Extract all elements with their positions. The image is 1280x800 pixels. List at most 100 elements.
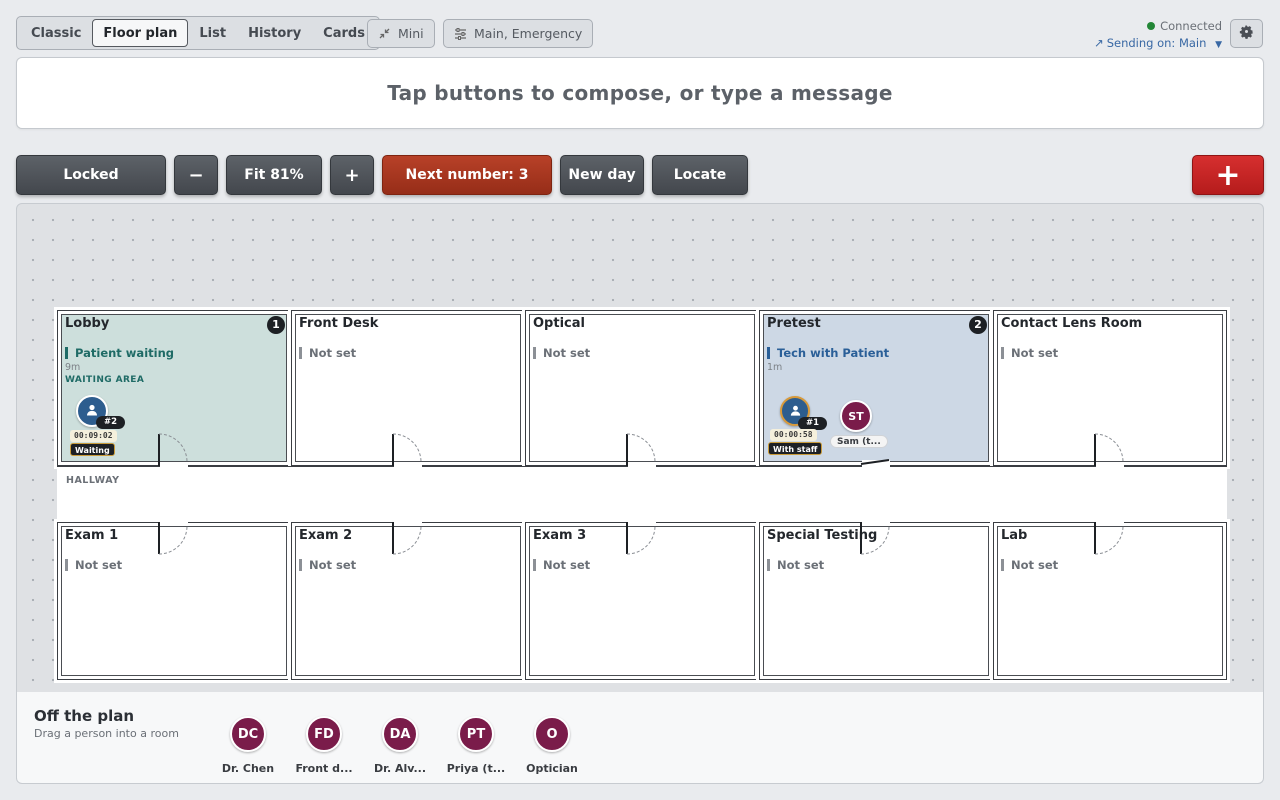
staff-chip[interactable]: FD Front d...: [286, 716, 362, 775]
room-name: Exam 1: [65, 528, 119, 543]
room-name: Exam 3: [533, 528, 587, 543]
room-count-badge: 1: [267, 316, 285, 334]
room-status: Not set: [533, 559, 590, 571]
new-day-button[interactable]: New day: [560, 155, 644, 195]
avatar: O: [534, 716, 570, 752]
room-front-desk-interior: [295, 314, 521, 462]
patient-timer: 00:09:02: [70, 430, 117, 442]
room-duration: 1m: [767, 362, 783, 373]
room-status: Tech with Patient: [767, 347, 889, 359]
room-lab[interactable]: Lab Not set: [990, 519, 1230, 683]
channels-button[interactable]: Main, Emergency: [443, 19, 594, 48]
room-area-label: WAITING AREA: [65, 375, 145, 385]
room-status: Not set: [65, 559, 122, 571]
patient-timer: 00:00:58: [770, 429, 817, 441]
collapse-arrows-icon: [378, 27, 391, 40]
avatar: DC: [230, 716, 266, 752]
room-special-testing[interactable]: Special Testing Not set: [756, 519, 996, 683]
tab-list[interactable]: List: [188, 19, 237, 47]
off-plan-panel[interactable]: Off the plan Drag a person into a room D…: [16, 692, 1264, 784]
patient-state-badge: With staff: [768, 442, 823, 455]
room-status: Not set: [299, 347, 356, 359]
staff-chip[interactable]: DC Dr. Chen: [210, 716, 286, 775]
mini-button[interactable]: Mini: [367, 19, 435, 48]
lock-button[interactable]: Locked: [16, 155, 166, 195]
room-exam-2-interior: [295, 526, 521, 676]
avatar: DA: [382, 716, 418, 752]
view-tabs: Classic Floor plan List History Cards: [16, 16, 380, 50]
room-status: Patient waiting: [65, 347, 174, 359]
hallway[interactable]: HALLWAY: [57, 466, 1227, 522]
room-name: Lobby: [65, 316, 110, 331]
room-optical-interior: [529, 314, 755, 462]
sending-label: Sending on: Main: [1106, 36, 1207, 50]
room-name: Exam 2: [299, 528, 353, 543]
staff-chip[interactable]: PT Priya (t...: [438, 716, 514, 775]
room-name: Front Desk: [299, 316, 379, 331]
caret-down-icon: ▼: [1215, 40, 1222, 50]
sending-channel-select[interactable]: ↗ Sending on: Main ▼: [1094, 36, 1222, 50]
room-exam-1[interactable]: Exam 1 Not set: [54, 519, 294, 683]
staff-name: Optician: [526, 762, 578, 775]
staff-chip[interactable]: O Optician: [514, 716, 590, 775]
patient-number-badge: #2: [96, 416, 126, 429]
emergency-button[interactable]: +: [1192, 155, 1264, 195]
room-contact-lens[interactable]: Contact Lens Room Not set: [990, 307, 1230, 469]
room-status: Not set: [1001, 559, 1058, 571]
room-name: Lab: [1001, 528, 1028, 543]
room-exam-2[interactable]: Exam 2 Not set: [288, 519, 528, 683]
room-name: Pretest: [767, 316, 821, 331]
room-front-desk[interactable]: Front Desk Not set: [288, 307, 528, 469]
channels-label: Main, Emergency: [474, 26, 583, 41]
room-duration: 9m: [65, 362, 81, 373]
room-status: Not set: [767, 559, 824, 571]
room-exam-1-interior: [61, 526, 287, 676]
staff-name: Priya (t...: [446, 762, 506, 775]
connection-status: Connected ↗ Sending on: Main ▼: [1094, 19, 1222, 50]
zoom-out-button[interactable]: −: [174, 155, 218, 195]
zoom-in-button[interactable]: +: [330, 155, 374, 195]
staff-token-avatar[interactable]: ST: [840, 400, 872, 432]
tab-classic[interactable]: Classic: [20, 19, 92, 47]
patient-state-badge: Waiting: [70, 443, 115, 456]
gear-icon: [1239, 24, 1254, 43]
room-lab-interior: [997, 526, 1223, 676]
hallway-label: HALLWAY: [66, 475, 120, 486]
room-status: Not set: [299, 559, 356, 571]
staff-name-label: Sam (t...: [830, 435, 888, 448]
tab-history[interactable]: History: [237, 19, 312, 47]
room-name: Special Testing: [767, 528, 878, 543]
staff-name: Front d...: [295, 762, 353, 775]
arrow-up-right-icon: ↗: [1094, 36, 1104, 50]
staff-name: Dr. Alv...: [373, 762, 427, 775]
room-count-badge: 2: [969, 316, 987, 334]
room-status: Not set: [1001, 347, 1058, 359]
staff-name: Dr. Chen: [221, 762, 275, 775]
room-lobby[interactable]: Lobby 1 Patient waiting 9m WAITING AREA …: [54, 307, 294, 469]
next-number-button[interactable]: Next number: 3: [382, 155, 552, 195]
settings-button[interactable]: [1230, 19, 1263, 48]
room-exam-3-interior: [529, 526, 755, 676]
off-plan-subtitle: Drag a person into a room: [34, 727, 179, 740]
status-dot: [1147, 22, 1156, 30]
mini-label: Mini: [398, 26, 424, 41]
room-special-testing-interior: [763, 526, 989, 676]
fit-zoom-button[interactable]: Fit 81%: [226, 155, 322, 195]
room-contact-lens-interior: [997, 314, 1223, 462]
room-pretest[interactable]: Pretest 2 Tech with Patient 1m #1 00:00:…: [756, 307, 996, 469]
avatar: FD: [306, 716, 342, 752]
floor-plan-canvas[interactable]: Lobby 1 Patient waiting 9m WAITING AREA …: [16, 203, 1264, 693]
avatar: PT: [458, 716, 494, 752]
room-status: Not set: [533, 347, 590, 359]
room-name: Contact Lens Room: [1001, 316, 1143, 331]
room-name: Optical: [533, 316, 585, 331]
compose-input[interactable]: Tap buttons to compose, or type a messag…: [16, 57, 1264, 129]
room-exam-3[interactable]: Exam 3 Not set: [522, 519, 762, 683]
tab-floor-plan[interactable]: Floor plan: [92, 19, 189, 47]
staff-chip[interactable]: DA Dr. Alv...: [362, 716, 438, 775]
sliders-icon: [454, 27, 467, 40]
off-plan-title: Off the plan: [34, 707, 135, 725]
connection-label: Connected: [1160, 19, 1222, 33]
room-optical[interactable]: Optical Not set: [522, 307, 762, 469]
locate-button[interactable]: Locate: [652, 155, 748, 195]
